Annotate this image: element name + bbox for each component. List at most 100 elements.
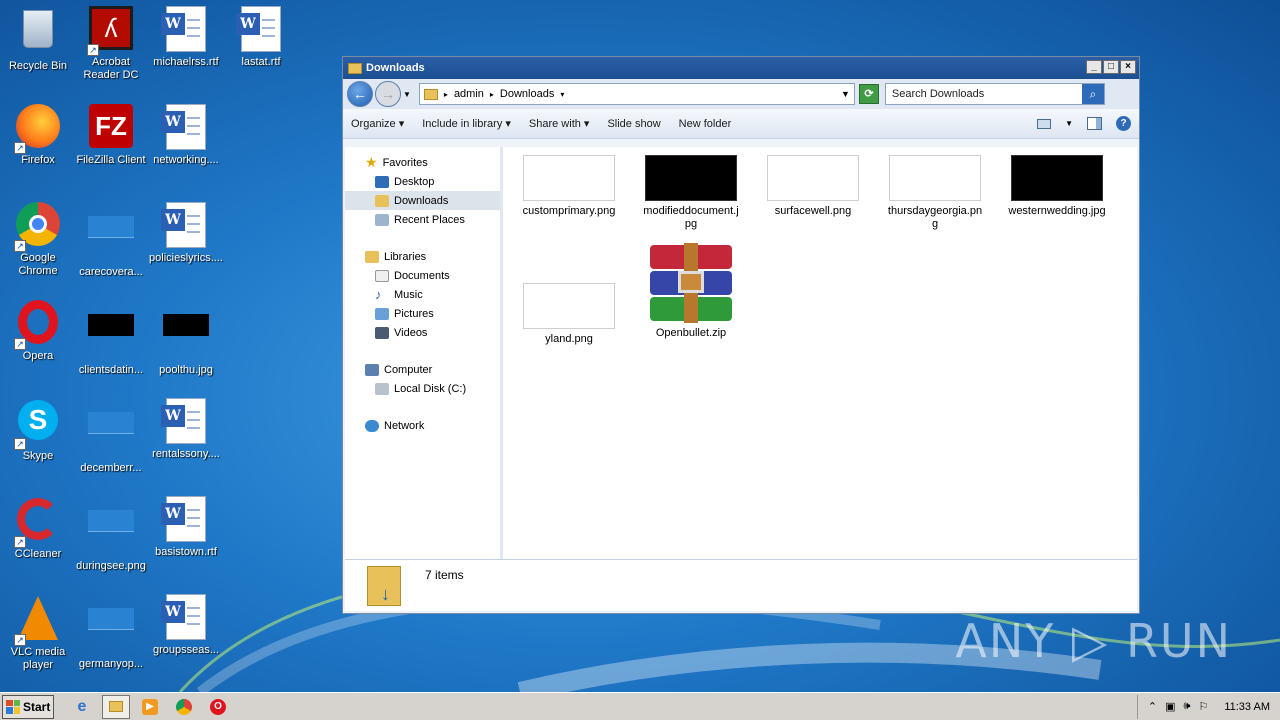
music-icon: ♪ [375, 287, 382, 302]
desktop-icon [375, 175, 389, 188]
minimize-button[interactable]: _ [1086, 60, 1102, 74]
desktop-file-lastat[interactable]: W lastat.rtf [223, 6, 299, 69]
image-thumbnail-icon [87, 412, 135, 460]
search-icon[interactable]: ⌕ [1081, 84, 1104, 104]
nav-libraries[interactable]: Libraries [345, 247, 500, 266]
nav-videos[interactable]: Videos [345, 323, 500, 342]
image-thumbnail-icon [162, 314, 210, 362]
desktop-icon-acrobat[interactable]: ʎ ↗ Acrobat Reader DC [73, 6, 149, 82]
view-dropdown-icon[interactable]: ▼ [1065, 119, 1073, 128]
close-button[interactable]: × [1120, 60, 1136, 74]
opera-taskbar-icon[interactable]: O [204, 695, 232, 719]
help-icon[interactable]: ? [1116, 116, 1131, 131]
file-item[interactable]: modifieddocument.jpg [641, 155, 741, 231]
nav-desktop[interactable]: Desktop [345, 172, 500, 191]
chrome-icon: ↗ [14, 202, 62, 252]
desktop-file-clientsdatin[interactable]: clientsdatin... [73, 300, 149, 377]
internet-explorer-icon[interactable]: e [68, 695, 96, 719]
forward-arrow-icon: → [381, 86, 395, 102]
desktop-icon-skype[interactable]: S ↗ Skype [0, 398, 76, 463]
desktop-icon-recycle-bin[interactable]: Recycle Bin [0, 6, 76, 73]
recent-places-icon [375, 213, 389, 226]
nav-network[interactable]: Network [345, 416, 500, 435]
show-hidden-icons-icon[interactable]: ⌃ [1148, 700, 1157, 713]
file-item[interactable]: customprimary.png [519, 155, 619, 218]
desktop-icon-chrome[interactable]: ↗ Google Chrome [0, 202, 76, 278]
nav-documents[interactable]: Documents [345, 266, 500, 285]
desktop-file-carecovera[interactable]: carecovera... [73, 202, 149, 279]
desktop-file-basistown[interactable]: W basistown.rtf [148, 496, 224, 559]
organize-button[interactable]: Organize ▾ [351, 117, 404, 130]
image-thumbnail-icon [523, 155, 615, 201]
history-dropdown-icon[interactable]: ▼ [403, 90, 411, 99]
libraries-icon [365, 250, 379, 263]
nav-computer[interactable]: Computer [345, 360, 500, 379]
search-box[interactable]: Search Downloads ⌕ [884, 83, 1105, 105]
desktop-icon-filezilla[interactable]: FZ FileZilla Client [73, 104, 149, 167]
window-titlebar[interactable]: Downloads _ □ × [343, 57, 1139, 79]
file-explorer-taskbar-button[interactable] [102, 694, 130, 719]
nav-recent-places[interactable]: Recent Places [345, 210, 500, 229]
share-with-button[interactable]: Share with ▾ [529, 117, 590, 130]
file-item[interactable]: yland.png [519, 283, 619, 346]
network-tray-icon[interactable]: ▣ [1165, 700, 1175, 713]
media-player-icon[interactable]: ▶ [136, 695, 164, 719]
word-document-icon: W [161, 398, 210, 446]
image-thumbnail-icon [645, 155, 737, 201]
nav-local-disk[interactable]: Local Disk (C:) [345, 379, 500, 398]
desktop-file-duringsee[interactable]: duringsee.png [73, 496, 149, 573]
refresh-button[interactable]: ⟳ [858, 84, 879, 104]
nav-downloads[interactable]: Downloads [345, 191, 500, 210]
search-input[interactable]: Search Downloads [892, 88, 984, 100]
file-item[interactable]: Openbullet.zip [641, 243, 741, 340]
image-thumbnail-icon [87, 510, 135, 558]
file-item[interactable]: westernwedding.jpg [1007, 155, 1107, 218]
desktop-icon-ccleaner[interactable]: ↗ CCleaner [0, 496, 76, 561]
chrome-taskbar-icon[interactable] [170, 695, 198, 719]
desktop-file-policieslyrics[interactable]: W policieslyrics.... [148, 202, 224, 265]
start-button[interactable]: Start [2, 694, 54, 719]
chevron-right-icon[interactable]: ▸ [490, 90, 494, 99]
desktop-file-michaelrss[interactable]: W michaelrss.rtf [148, 6, 224, 69]
navigation-pane: ★ Favorites Desktop Downloads Recent Plac… [345, 147, 503, 559]
desktop-file-poolthu[interactable]: poolthu.jpg [148, 300, 224, 377]
file-name: yland.png [545, 333, 593, 345]
action-center-flag-icon[interactable]: ⚐ [1198, 700, 1208, 713]
image-thumbnail-icon [1011, 155, 1103, 201]
nav-music[interactable]: ♪ Music [345, 285, 500, 304]
system-tray: ⌃ ▣ 🕪 ⚐ 11:33 AM [1136, 694, 1280, 719]
desktop-icon-opera[interactable]: ↗ Opera [0, 300, 76, 363]
breadcrumb[interactable]: ▸ admin ▸ Downloads ▾ ▼ [418, 83, 855, 105]
documents-icon [375, 269, 389, 282]
desktop-file-decemberr[interactable]: decemberr... [73, 398, 149, 475]
back-arrow-icon: ← [353, 86, 367, 102]
file-item[interactable]: thursdaygeorgia.png [885, 155, 985, 231]
include-in-library-button[interactable]: Include in library ▾ [422, 117, 511, 130]
new-folder-button[interactable]: New folder [679, 118, 732, 130]
file-name: modifieddocument.jpg [643, 205, 739, 230]
desktop-icon-vlc[interactable]: ↗ VLC media player [0, 594, 76, 672]
volume-icon[interactable]: 🕪 [1184, 700, 1191, 713]
desktop-file-groupsseas[interactable]: W groupsseas... [148, 594, 224, 657]
nav-pictures[interactable]: Pictures [345, 304, 500, 323]
breadcrumb-admin[interactable]: admin [454, 88, 484, 100]
change-view-icon[interactable] [1037, 118, 1052, 129]
desktop-icon-firefox[interactable]: ↗ Firefox [0, 104, 76, 167]
file-name: westernwedding.jpg [1008, 205, 1106, 217]
chevron-down-icon[interactable]: ▾ [560, 90, 564, 99]
breadcrumb-downloads[interactable]: Downloads [500, 88, 554, 100]
slide-show-button[interactable]: Slide show [607, 118, 660, 130]
acrobat-icon: ʎ ↗ [87, 6, 135, 56]
clock[interactable]: 11:33 AM [1224, 701, 1270, 713]
chevron-right-icon[interactable]: ▸ [444, 90, 448, 99]
desktop-file-rentalssony[interactable]: W rentalssony.... [148, 398, 224, 461]
maximize-button[interactable]: □ [1103, 60, 1119, 74]
desktop-file-networking[interactable]: W networking.... [148, 104, 224, 167]
forward-button[interactable]: → [375, 81, 401, 107]
preview-pane-icon[interactable] [1087, 117, 1102, 130]
address-dropdown-icon[interactable]: ▼ [841, 89, 850, 99]
nav-favorites[interactable]: ★ Favorites [345, 153, 500, 172]
back-button[interactable]: ← [347, 81, 373, 107]
file-item[interactable]: surfacewell.png [763, 155, 863, 218]
desktop-file-germanyop[interactable]: germanyop... [73, 594, 149, 671]
